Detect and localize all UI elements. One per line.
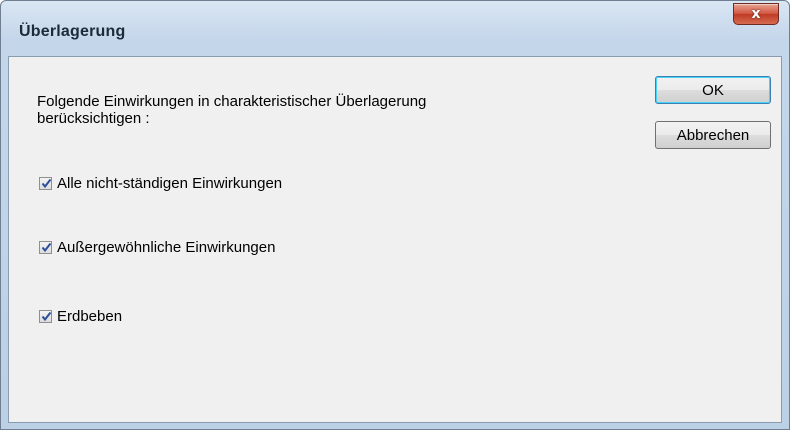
checkbox-box[interactable] xyxy=(39,241,52,254)
title-bar[interactable]: Überlagerung x xyxy=(1,1,789,57)
checkbox-label: Außergewöhnliche Einwirkungen xyxy=(57,239,276,256)
dialog-window: Überlagerung x Folgende Einwirkungen in … xyxy=(0,0,790,430)
check-mark-icon xyxy=(41,178,52,189)
checkbox-label: Erdbeben xyxy=(57,308,123,325)
checkbox-box[interactable] xyxy=(39,310,52,323)
check-mark-icon xyxy=(41,242,52,253)
checkbox-non-permanent-actions[interactable]: Alle nicht-ständigen Einwirkungen xyxy=(39,175,282,192)
dialog-body: Folgende Einwirkungen in charakteristisc… xyxy=(8,56,782,423)
cancel-button[interactable]: Abbrechen xyxy=(655,121,771,149)
ok-button[interactable]: OK xyxy=(655,76,771,104)
checkbox-exceptional-actions[interactable]: Außergewöhnliche Einwirkungen xyxy=(39,239,275,256)
checkbox-earthquake[interactable]: Erdbeben xyxy=(39,308,122,325)
checkbox-label: Alle nicht-ständigen Einwirkungen xyxy=(57,175,283,192)
close-icon: x xyxy=(751,6,761,22)
check-mark-icon xyxy=(41,311,52,322)
checkbox-box[interactable] xyxy=(39,177,52,190)
description-text: Folgende Einwirkungen in charakteristisc… xyxy=(37,93,427,127)
close-button[interactable]: x xyxy=(733,3,779,25)
window-title: Überlagerung xyxy=(19,23,126,40)
